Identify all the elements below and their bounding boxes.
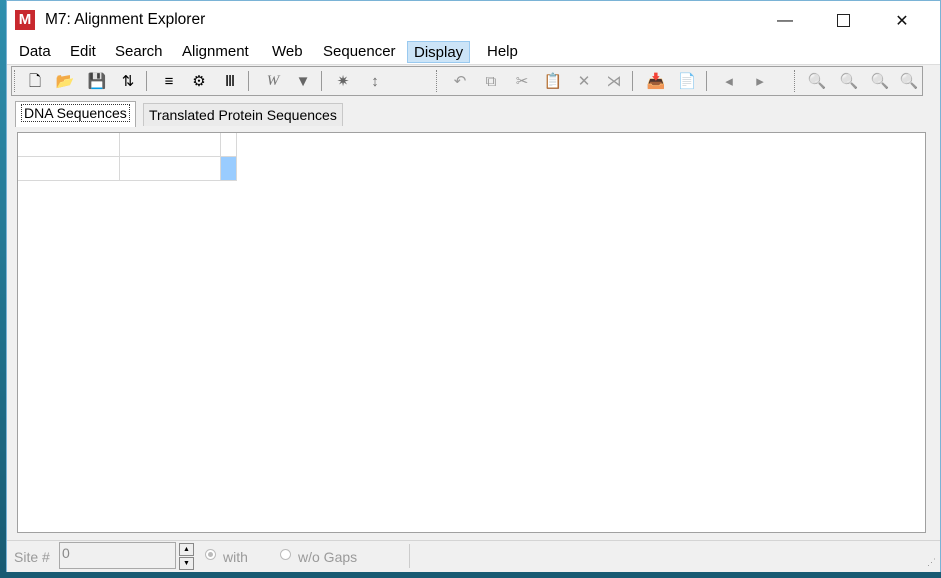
close-button[interactable]: ✕ — [873, 1, 931, 40]
spinner-down-icon[interactable]: ▼ — [179, 557, 194, 570]
find-previous-icon[interactable]: 🔍 — [838, 70, 860, 92]
add-sequence-icon[interactable]: 📥 — [645, 70, 667, 92]
grid-header-cell — [120, 133, 221, 157]
spinner-up-icon[interactable]: ▲ — [179, 543, 194, 556]
web-down-icon[interactable]: ▼ — [292, 70, 314, 92]
toolbar-separator — [706, 71, 707, 91]
without-gaps-radio[interactable] — [280, 549, 291, 560]
toolbar-separator — [248, 71, 249, 91]
toolbar-grip[interactable] — [436, 70, 440, 92]
delete-gap-icon[interactable]: ⋊ — [603, 70, 625, 92]
window-title: M7: Alignment Explorer — [45, 11, 206, 28]
toolbar-separator — [146, 71, 147, 91]
with-gaps-label: with — [223, 549, 248, 565]
menu-search[interactable]: Search — [109, 41, 169, 63]
find-icon[interactable]: 🔍 — [806, 70, 828, 92]
save-icon[interactable]: 💾 — [86, 70, 108, 92]
menu-sequencer[interactable]: Sequencer — [317, 41, 402, 63]
without-gaps-label: w/o Gaps — [298, 549, 358, 565]
undo-icon[interactable]: ↶ — [449, 70, 471, 92]
toolbar-grip[interactable] — [14, 70, 18, 92]
cut-icon[interactable]: ✂ — [511, 70, 533, 92]
alignment-explorer-window: M M7: Alignment Explorer — ✕ Data Edit S… — [6, 0, 941, 572]
sequencer-icon[interactable]: Ⅲ — [219, 70, 241, 92]
tab-translated-protein-sequences[interactable]: Translated Protein Sequences — [143, 103, 343, 126]
find-motif-icon[interactable]: 🔍 — [898, 70, 920, 92]
muscle-icon[interactable]: ⚙ — [188, 70, 210, 92]
selected-cell[interactable] — [221, 157, 237, 181]
site-number-spinner[interactable]: ▲ ▼ — [179, 543, 194, 570]
toolbar-grip[interactable] — [794, 70, 798, 92]
menu-web[interactable]: Web — [266, 41, 309, 63]
menu-help[interactable]: Help — [481, 41, 524, 63]
resize-grip-icon[interactable]: ⋰ — [927, 557, 936, 568]
sequence-data-cell[interactable] — [120, 157, 221, 181]
open-folder-icon[interactable]: 📂 — [54, 70, 76, 92]
grid-header-cell — [221, 133, 237, 157]
toolbar: 🗋 📂 💾 ⇅ ≡ ⚙ Ⅲ W ▼ ✷ ↕ ↶ ⧉ ✂ 📋 ✕ ⋊ 📥 📄 ◂ … — [11, 66, 923, 96]
clustalw-icon[interactable]: ≡ — [158, 70, 180, 92]
find-next-icon[interactable]: 🔍 — [869, 70, 891, 92]
menu-alignment[interactable]: Alignment — [176, 41, 255, 63]
menu-bar: Data Edit Search Alignment Web Sequencer… — [7, 40, 940, 65]
grid-header-cell — [18, 133, 120, 157]
translate-icon[interactable]: ⇅ — [117, 70, 139, 92]
menu-data[interactable]: Data — [13, 41, 57, 63]
maximize-button[interactable] — [814, 1, 872, 40]
explode-icon[interactable]: ✷ — [332, 70, 354, 92]
delete-icon[interactable]: ✕ — [573, 70, 595, 92]
title-bar: M M7: Alignment Explorer — ✕ — [7, 1, 940, 40]
tab-dna-sequences[interactable]: DNA Sequences — [15, 101, 136, 127]
menu-display[interactable]: Display — [407, 41, 471, 63]
app-logo-icon: M — [15, 10, 35, 30]
minimize-button[interactable]: — — [756, 1, 814, 40]
status-bar: Site # 0 ▲ ▼ with w/o Gaps ⋰ — [7, 540, 940, 572]
status-divider — [409, 544, 410, 568]
toolbar-separator — [632, 71, 633, 91]
alignment-grid[interactable] — [17, 132, 926, 533]
insert-gap-icon[interactable]: ↕ — [364, 70, 386, 92]
web-icon[interactable]: W — [262, 70, 284, 92]
toolbar-separator — [321, 71, 322, 91]
tab-label: DNA Sequences — [21, 104, 130, 122]
sequence-name-cell[interactable] — [18, 157, 120, 181]
new-icon[interactable]: 🗋 — [24, 70, 46, 92]
site-number-label: Site # — [14, 549, 50, 565]
menu-edit[interactable]: Edit — [64, 41, 102, 63]
copy-icon[interactable]: ⧉ — [480, 70, 502, 92]
move-left-icon[interactable]: ◂ — [718, 70, 740, 92]
paste-icon[interactable]: 📋 — [542, 70, 564, 92]
maximize-icon — [836, 14, 850, 27]
with-gaps-radio[interactable] — [205, 549, 216, 560]
add-sequence-file-icon[interactable]: 📄 — [676, 70, 698, 92]
site-number-input[interactable]: 0 — [59, 542, 176, 569]
move-right-icon[interactable]: ▸ — [749, 70, 771, 92]
